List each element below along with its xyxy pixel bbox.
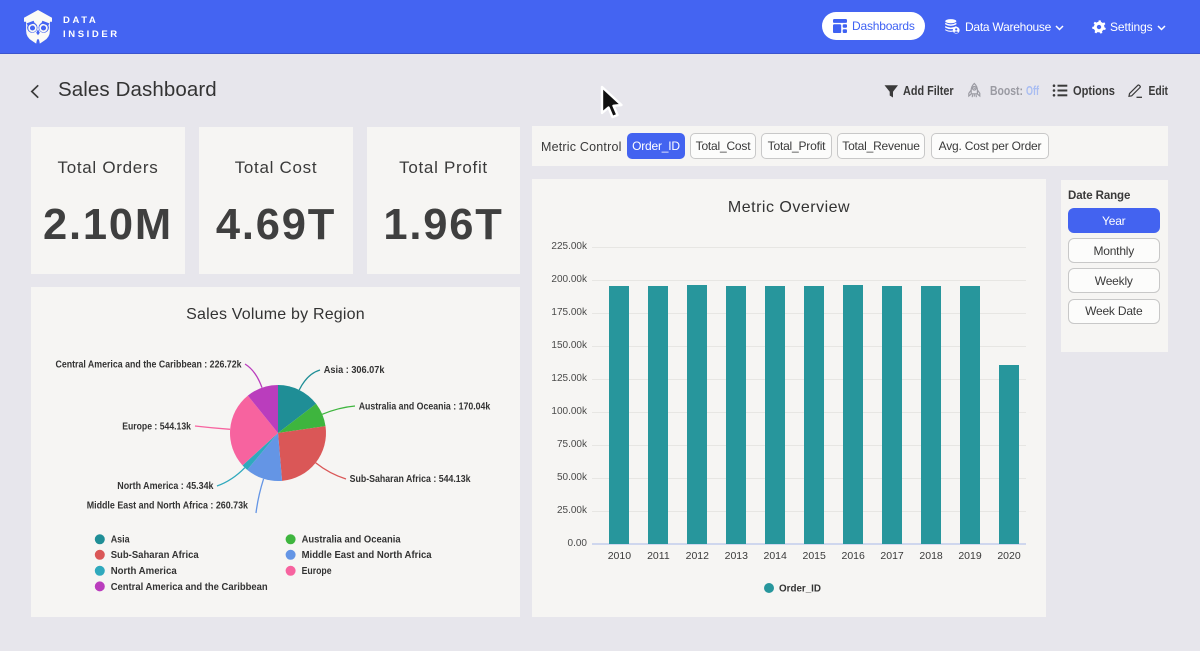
- svg-text:Asia : 306.07k: Asia : 306.07k: [324, 365, 385, 376]
- svg-text:North America: North America: [111, 566, 178, 577]
- svg-text:Sub-Saharan Africa : 544.13k: Sub-Saharan Africa : 544.13k: [350, 474, 471, 485]
- svg-text:Edit: Edit: [1149, 84, 1169, 98]
- svg-text:Central America and the Caribb: Central America and the Caribbean: [111, 582, 268, 593]
- svg-text:Boost:: Boost:: [990, 84, 1023, 98]
- svg-text:Europe: Europe: [302, 566, 332, 577]
- svg-text:Australia and Oceania: Australia and Oceania: [302, 535, 402, 546]
- svg-text:North America : 45.34k: North America : 45.34k: [117, 481, 214, 492]
- svg-text:Australia and Oceania : 170.04: Australia and Oceania : 170.04k: [359, 402, 491, 413]
- svg-text:Sub-Saharan Africa: Sub-Saharan Africa: [111, 550, 200, 561]
- svg-text:Options: Options: [1073, 84, 1115, 98]
- svg-text:Middle East and North Africa: Middle East and North Africa: [302, 550, 433, 561]
- svg-text:Add Filter: Add Filter: [903, 84, 954, 98]
- svg-text:Off: Off: [1026, 84, 1040, 98]
- svg-text:Asia: Asia: [111, 535, 130, 546]
- svg-text:Central America and the Caribb: Central America and the Caribbean : 226.…: [56, 360, 242, 371]
- svg-text:Order_ID: Order_ID: [779, 583, 821, 595]
- svg-text:Middle East and North Africa :: Middle East and North Africa : 260.73k: [87, 501, 249, 512]
- svg-text:Europe : 544.13k: Europe : 544.13k: [122, 422, 191, 433]
